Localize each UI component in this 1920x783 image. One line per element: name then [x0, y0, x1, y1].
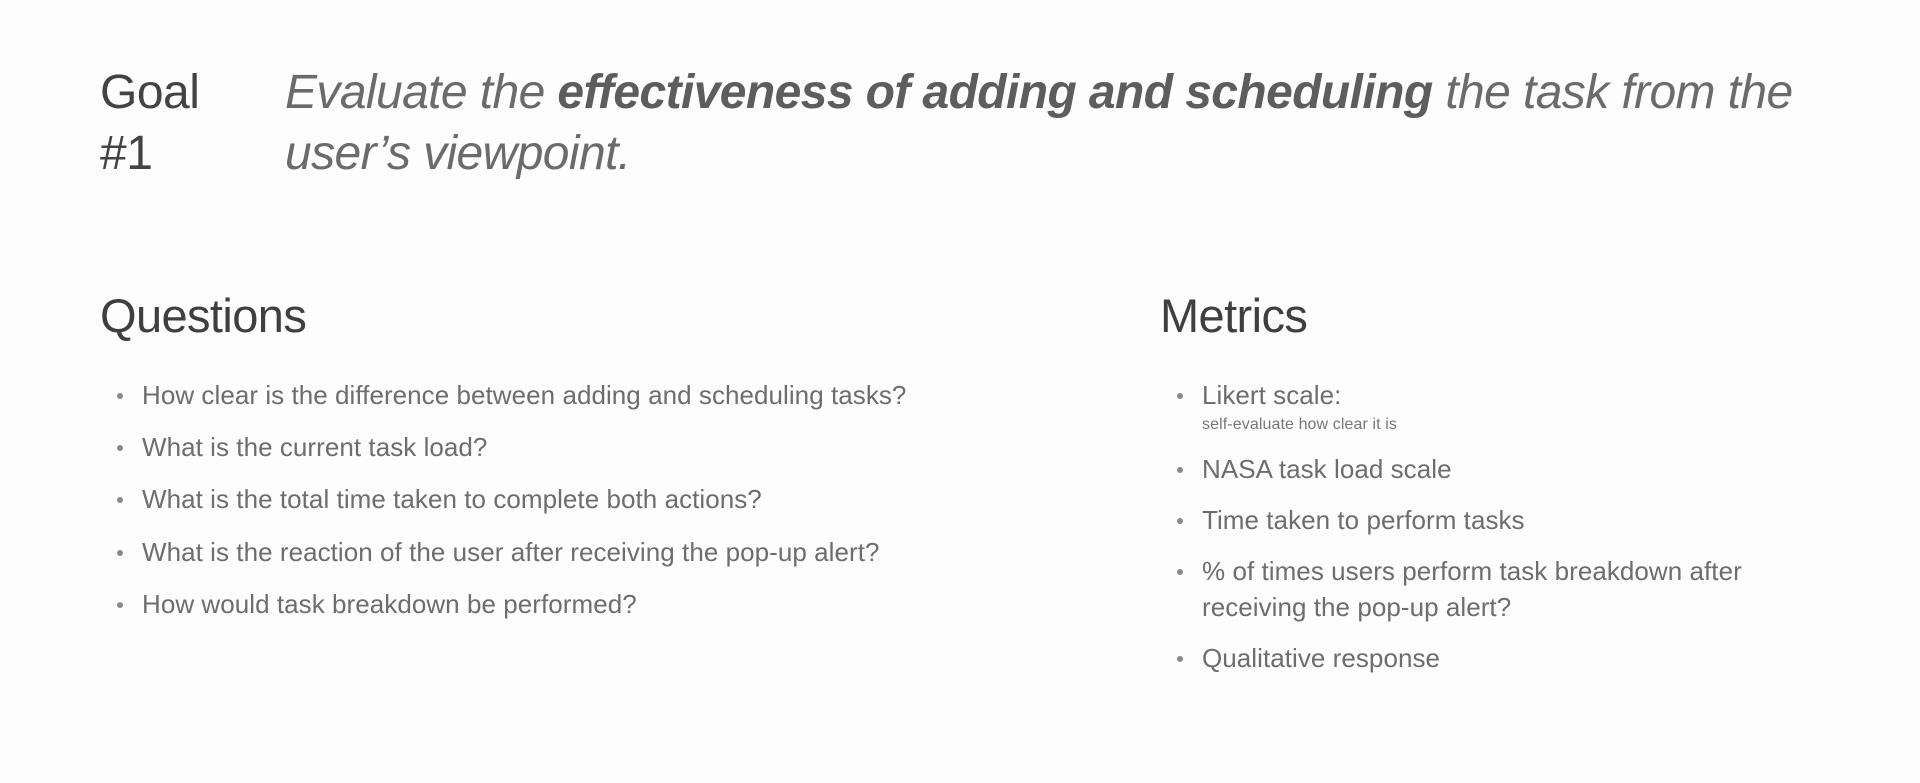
question-text: What is the reaction of the user after r… — [142, 536, 880, 567]
list-item: How would task breakdown be performed? — [100, 587, 1160, 622]
list-item: How clear is the difference between addi… — [100, 378, 1160, 413]
metric-text: Likert scale: — [1202, 379, 1342, 410]
questions-column: Questions How clear is the difference be… — [100, 290, 1160, 692]
slide-canvas: Goal #1 Evaluate the effectiveness of ad… — [0, 0, 1920, 783]
metrics-title: Metrics — [1160, 289, 1308, 342]
questions-list: How clear is the difference between addi… — [100, 378, 1160, 623]
question-text: What is the current task load? — [142, 432, 488, 463]
metric-subtext: self-evaluate how clear it is — [1202, 416, 1397, 434]
question-text: How clear is the difference between addi… — [142, 379, 907, 410]
list-item: Time taken to perform tasks — [1160, 503, 1822, 538]
metrics-list: Likert scale: self-evaluate how clear it … — [1160, 378, 1880, 677]
metric-text: NASA task load scale — [1202, 453, 1452, 484]
metric-text: % of times users perform task breakdown … — [1202, 556, 1742, 622]
content-columns: Questions How clear is the difference be… — [100, 290, 1880, 692]
metric-text: Qualitative response — [1202, 643, 1441, 674]
goal-statement: Evaluate the effectiveness of adding and… — [285, 62, 1880, 185]
list-item: What is the total time taken to complete… — [100, 482, 1160, 517]
goal-statement-emphasis: effectiveness of adding and scheduling — [557, 66, 1433, 119]
question-text: How would task breakdown be performed? — [142, 589, 637, 620]
questions-title: Questions — [100, 289, 307, 342]
question-text: What is the total time taken to complete… — [142, 484, 762, 515]
list-item: Likert scale: self-evaluate how clear it … — [1160, 378, 1822, 436]
list-item: Qualitative response — [1160, 641, 1822, 676]
list-item: NASA task load scale — [1160, 452, 1822, 487]
list-item: What is the reaction of the user after r… — [100, 535, 1160, 570]
list-item: % of times users perform task breakdown … — [1160, 554, 1822, 625]
goal-statement-prefix: Evaluate the — [285, 66, 558, 119]
list-item: What is the current task load? — [100, 430, 1160, 465]
metrics-column: Metrics Likert scale: self-evaluate how c… — [1160, 290, 1880, 692]
goal-header: Goal #1 Evaluate the effectiveness of ad… — [100, 62, 1880, 185]
goal-label: Goal #1 — [100, 66, 200, 181]
metric-text: Time taken to perform tasks — [1202, 505, 1525, 535]
